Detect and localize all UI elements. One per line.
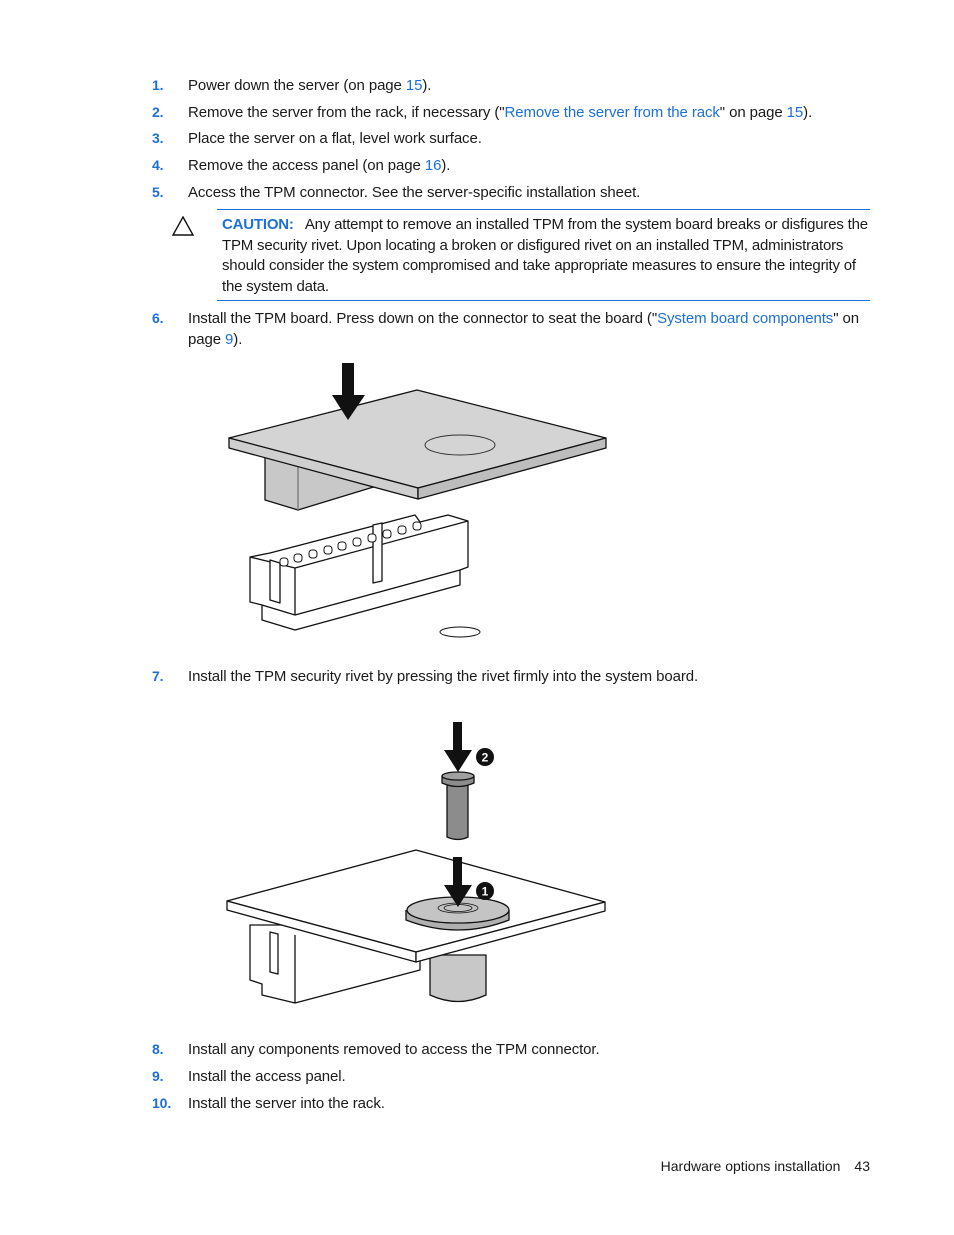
step-number: 5. [152, 184, 164, 200]
step-text: Install any components removed to access… [188, 1041, 600, 1058]
security-rivet [446, 784, 469, 841]
step-number: 10. [152, 1095, 172, 1111]
step-1: 1. Power down the server (on page 15). [152, 75, 872, 96]
step-number: 8. [152, 1041, 164, 1057]
step-number: 3. [152, 130, 164, 146]
step-5: 5. Access the TPM connector. See the ser… [152, 182, 872, 203]
step-number: 9. [152, 1068, 164, 1084]
step-7: 7. Install the TPM security rivet by pre… [152, 666, 872, 687]
step-10: 10. Install the server into the rack. [152, 1093, 872, 1114]
step-text: Access the TPM connector. See the server… [188, 184, 641, 201]
callout-2-label: 2 [482, 751, 489, 765]
page-link[interactable]: 15 [787, 104, 804, 121]
caution-text: CAUTION: Any attempt to remove an instal… [222, 216, 868, 295]
step-9: 9. Install the access panel. [152, 1066, 872, 1087]
step-number: 4. [152, 157, 164, 173]
step-text: Remove the server from the rack, if nece… [188, 104, 813, 121]
down-arrow-icon [444, 722, 472, 772]
tpm-board-figure [228, 363, 607, 638]
step-text: Power down the server (on page 15). [188, 77, 432, 94]
step-4: 4. Remove the access panel (on page 16). [152, 155, 872, 176]
callout-1-icon: 1 [476, 882, 494, 900]
step-text: Place the server on a flat, level work s… [188, 130, 482, 147]
step-number: 7. [152, 668, 164, 684]
step-8: 8. Install any components removed to acc… [152, 1039, 872, 1060]
step-text: Install the TPM board. Press down on the… [188, 310, 859, 348]
rivet-figure: 2 1 [226, 722, 606, 1004]
step-number: 2. [152, 104, 164, 120]
warning-triangle-icon [172, 216, 194, 236]
page-link[interactable]: 16 [425, 157, 442, 174]
caution-label: CAUTION: [222, 216, 294, 233]
step-text: Remove the access panel (on page 16). [188, 157, 451, 174]
page-number: 43 [854, 1158, 870, 1174]
step-6: 6. Install the TPM board. Press down on … [152, 308, 872, 350]
page-footer: Hardware options installation 43 [661, 1158, 870, 1174]
callout-1-label: 1 [482, 885, 489, 899]
step-text: Install the TPM security rivet by pressi… [188, 668, 699, 685]
step-2: 2. Remove the server from the rack, if n… [152, 102, 872, 123]
page-link[interactable]: 15 [406, 77, 423, 94]
tpm-connector [249, 514, 469, 631]
step-3: 3. Place the server on a flat, level wor… [152, 128, 872, 149]
callout-2-icon: 2 [476, 748, 494, 766]
section-link[interactable]: System board components [657, 310, 833, 327]
caution-box: CAUTION: Any attempt to remove an instal… [217, 209, 870, 301]
section-link[interactable]: Remove the server from the rack [504, 104, 719, 121]
footer-section-title: Hardware options installation [660, 1158, 841, 1174]
step-number: 6. [152, 310, 164, 326]
step-text: Install the access panel. [188, 1068, 346, 1085]
step-number: 1. [152, 77, 164, 93]
step-text: Install the server into the rack. [188, 1095, 385, 1112]
